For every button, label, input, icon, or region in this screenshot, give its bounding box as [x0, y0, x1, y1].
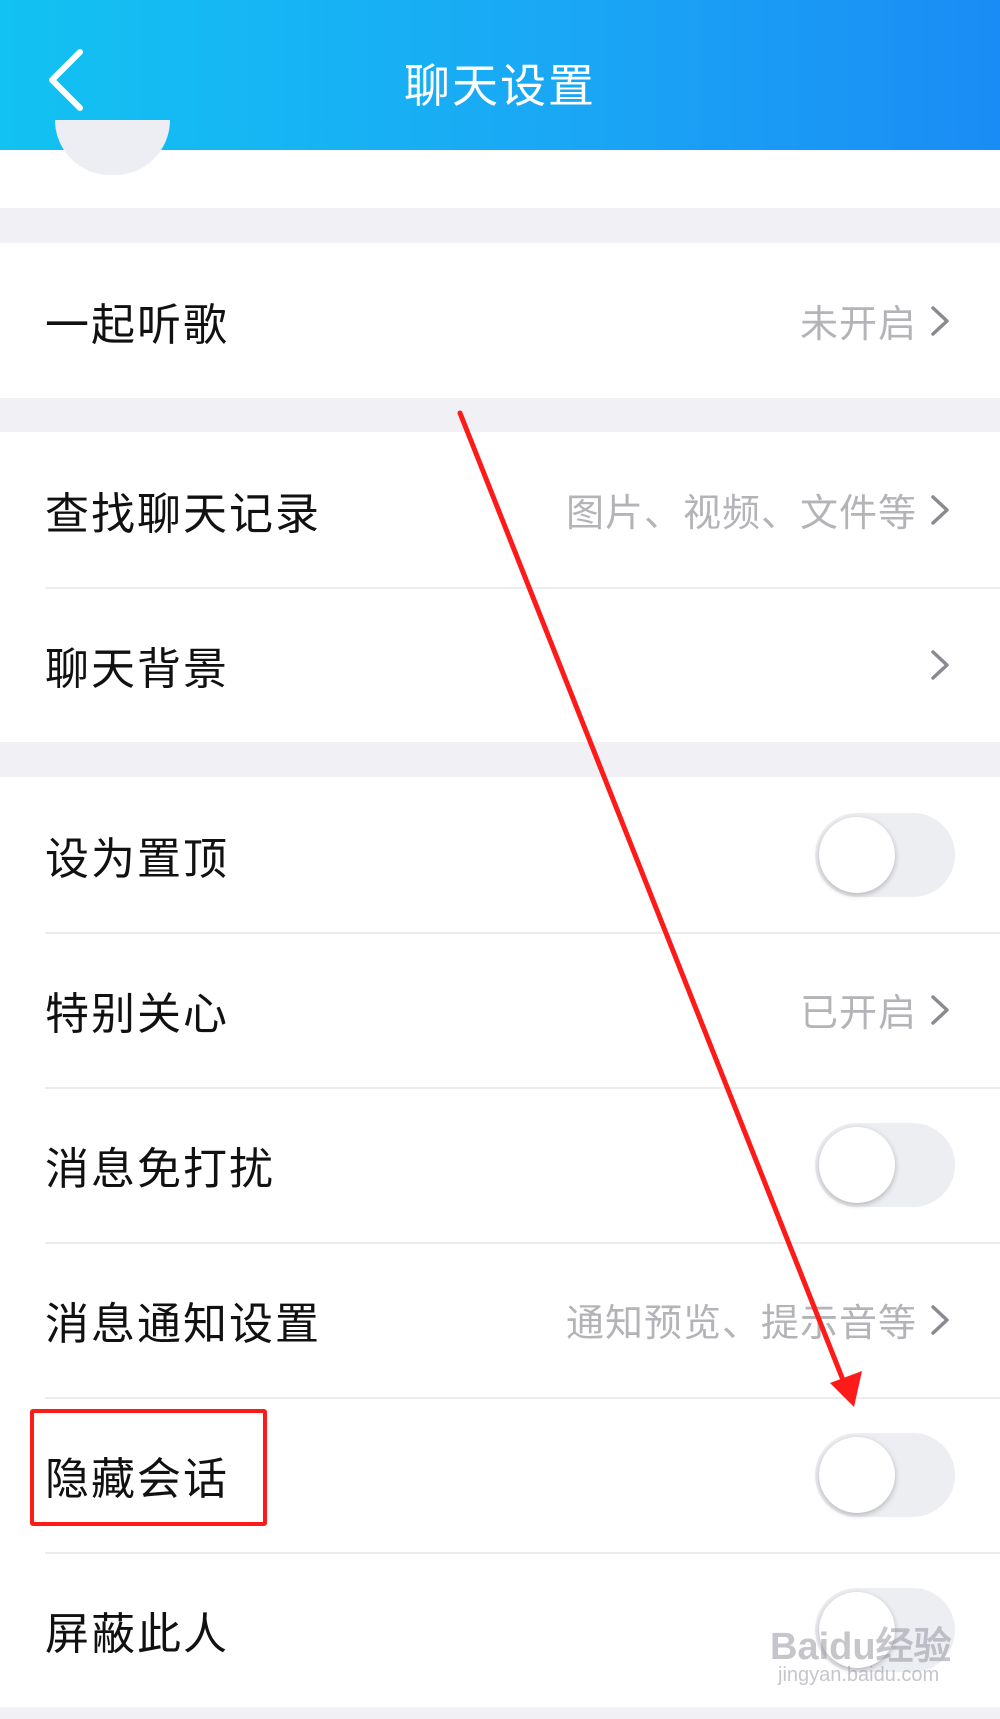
row-pin-to-top[interactable]: 设为置顶: [0, 777, 1000, 932]
watermark-logo: Baidu经验: [770, 1626, 952, 1668]
row-listen-together[interactable]: 一起听歌 未开启: [0, 243, 1000, 398]
row-value: 通知预览、提示音等: [565, 1301, 917, 1345]
row-special-care[interactable]: 特别关心 已开启: [0, 932, 1000, 1087]
row-label: 消息通知设置: [45, 1298, 321, 1350]
row-value: 图片、视频、文件等: [565, 491, 917, 535]
watermark-url: jingyan.baidu.com: [778, 1664, 940, 1686]
row-notification-settings[interactable]: 消息通知设置 通知预览、提示音等: [0, 1242, 1000, 1397]
row-search-history[interactable]: 查找聊天记录 图片、视频、文件等: [0, 432, 1000, 587]
chevron-right-icon: [931, 994, 949, 1025]
chevron-right-icon: [931, 494, 949, 525]
chevron-right-icon: [931, 649, 949, 680]
chevron-right-icon: [931, 305, 949, 336]
settings-group-conversation: 设为置顶 特别关心 已开启 消息免打扰 消息通知设置 通知预览、提示音等 隐藏会…: [0, 777, 1000, 1707]
row-do-not-disturb[interactable]: 消息免打扰: [0, 1087, 1000, 1242]
row-value: 未开启: [799, 302, 917, 346]
settings-group-history: 查找聊天记录 图片、视频、文件等 聊天背景: [0, 432, 1000, 742]
row-value: 已开启: [799, 991, 917, 1035]
do-not-disturb-toggle[interactable]: [815, 1122, 955, 1207]
row-label: 消息免打扰: [45, 1143, 275, 1195]
row-label: 一起听歌: [45, 299, 229, 351]
toggle-knob: [819, 816, 895, 893]
row-label: 聊天背景: [45, 643, 229, 695]
row-label: 特别关心: [45, 988, 229, 1040]
toggle-knob: [819, 1436, 895, 1513]
row-chat-background[interactable]: 聊天背景: [0, 587, 1000, 742]
row-label: 查找聊天记录: [45, 488, 321, 540]
page-title: 聊天设置: [404, 59, 596, 113]
row-hide-conversation[interactable]: 隐藏会话: [0, 1397, 1000, 1552]
pin-toggle[interactable]: [815, 812, 955, 897]
row-label: 设为置顶: [45, 833, 229, 885]
row-label: 隐藏会话: [45, 1453, 229, 1505]
row-label: 屏蔽此人: [45, 1608, 229, 1660]
hide-conversation-toggle[interactable]: [815, 1432, 955, 1517]
settings-group-music: 一起听歌 未开启: [0, 243, 1000, 398]
toggle-knob: [819, 1126, 895, 1203]
chevron-right-icon: [931, 1304, 949, 1335]
